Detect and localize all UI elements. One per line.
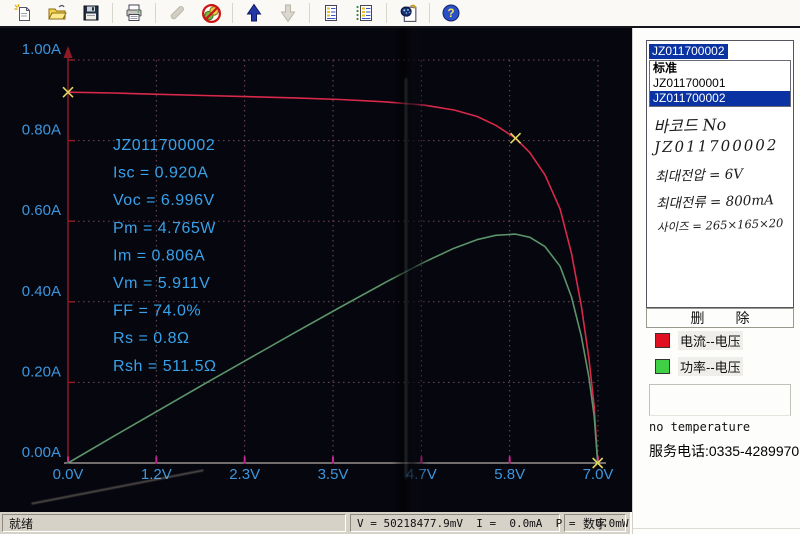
power-voltage-swatch (655, 358, 670, 374)
readout-line: Rsh = 511.5Ω (113, 358, 217, 375)
toolbar: ? (0, 0, 800, 28)
x-tick-label: 4.7V (406, 466, 437, 483)
y-tick-label: 0.80A (22, 122, 61, 139)
y-tick-label: 1.00A (22, 41, 61, 58)
iv-tester-window: ? 0.00A 0.20A 0.40A 0.60A 0.80A 1.00A 0.0V 1.2V… (0, 0, 800, 534)
toolbar-separator (155, 3, 156, 23)
record-listbox[interactable]: 标准 JZ011700001 JZ011700002 (649, 60, 791, 107)
save-floppy-icon (83, 5, 99, 21)
report-detail-button[interactable] (350, 1, 380, 25)
report-icon (325, 5, 337, 21)
edit-tool-button-disabled (162, 1, 192, 25)
legend-row-current-voltage: 电流--电压 (655, 330, 743, 350)
delete-button[interactable]: 删 除 (646, 308, 794, 328)
empty-field-box (649, 384, 791, 416)
readout-line: Isc = 0.920A (113, 165, 208, 182)
arrow-up-icon (246, 3, 262, 22)
current-voltage-swatch (655, 332, 670, 348)
legend-row-power-voltage: 功率--电压 (655, 356, 743, 376)
status-measurement-readout: V = 50218477.9mV I = 0.0mA P = 0.0mW (350, 514, 629, 532)
iv-curve-chart: 0.00A 0.20A 0.40A 0.60A 0.80A 1.00A 0.0V 1.2V 2.… (22, 41, 614, 483)
legend-label: 电流--电压 (678, 330, 743, 350)
print-icon (126, 4, 142, 21)
handwritten-note-line: 사이즈 = 265×165×20 (656, 215, 784, 235)
toolbar-separator (112, 3, 113, 23)
measurement-readout: JZ011700002 Isc = 0.920A Voc = 6.996V Pm = … (113, 137, 217, 375)
toolbar-separator (429, 3, 430, 23)
export-chart-button[interactable] (393, 1, 423, 25)
new-document-icon (14, 4, 30, 21)
print-button[interactable] (119, 1, 149, 25)
move-up-button[interactable] (239, 1, 269, 25)
readout-line: JZ011700002 (113, 137, 215, 154)
list-item-selected[interactable]: JZ011700002 (650, 91, 790, 106)
stop-test-icon (201, 3, 221, 23)
new-document-button[interactable] (8, 1, 38, 25)
y-tick-label: 0.20A (22, 363, 61, 380)
arrow-down-icon (280, 4, 296, 23)
readout-line: Vm = 5.911V (113, 275, 210, 292)
status-ready-text: 就绪 (2, 514, 346, 532)
record-id-selected-text: JZ011700002 (649, 43, 728, 59)
stop-test-button[interactable] (196, 1, 226, 25)
handwritten-note-line: 최대전류 = 800mA (655, 192, 775, 213)
service-phone-text: 服务电话:0335-4289970 (649, 443, 800, 459)
x-tick-label: 0.0V (53, 466, 84, 483)
toolbar-separator (386, 3, 387, 23)
delete-button-label-right: 除 (735, 310, 750, 326)
iv-curve-plot-area: 0.00A 0.20A 0.40A 0.60A 0.80A 1.00A 0.0V 1.2V 2.… (0, 28, 632, 512)
y-tick-label: 0.00A (22, 444, 61, 461)
toolbar-separator (309, 3, 310, 23)
page-edge-line (633, 528, 800, 529)
delete-button-label-left: 删 (690, 310, 705, 326)
export-chart-icon (400, 4, 416, 22)
x-tick-label: 7.0V (583, 466, 614, 483)
y-tick-label: 0.60A (22, 202, 61, 219)
y-tick-label: 0.40A (22, 283, 61, 300)
record-panel: JZ011700002 标准 JZ011700001 JZ011700002 바… (646, 40, 794, 308)
no-temperature-text: no temperature (649, 420, 751, 434)
x-tick-label: 5.8V (494, 466, 525, 483)
legend-label: 功率--电压 (678, 356, 743, 376)
readout-line: Rs = 0.8Ω (113, 330, 190, 347)
handwritten-note-line: JZ011700002 (653, 136, 779, 157)
edit-disabled-icon (170, 5, 185, 20)
handwritten-note-line: 바코드 No (653, 114, 727, 137)
curve-legend: 电流--电压 功率--电压 (655, 330, 743, 385)
record-id-field[interactable]: JZ011700002 (649, 43, 791, 59)
help-icon: ? (442, 4, 460, 22)
handwritten-notes: 바코드 No JZ011700002 최대전압 = 6V 최대전류 = 800m… (653, 109, 792, 236)
status-bar: 就绪 V = 50218477.9mV I = 0.0mA P = 0.0mW … (0, 512, 630, 534)
toolbar-separator (232, 3, 233, 23)
readout-line: Pm = 4.765W (113, 220, 216, 237)
report-button[interactable] (316, 1, 346, 25)
list-item[interactable]: JZ011700001 (650, 76, 790, 91)
svg-text:?: ? (447, 8, 454, 20)
help-button[interactable]: ? (436, 1, 466, 25)
axis-labels: 0.00A 0.20A 0.40A 0.60A 0.80A 1.00A 0.0V 1.2V 2.… (22, 41, 614, 483)
x-tick-label: 2.3V (229, 466, 260, 483)
status-mode-indicator: 数字 (564, 514, 626, 532)
list-item-standard[interactable]: 标准 (650, 61, 790, 76)
move-down-button-disabled (273, 1, 303, 25)
x-tick-label: 1.2V (141, 466, 172, 483)
readout-line: Voc = 6.996V (113, 192, 215, 209)
x-tick-label: 3.5V (318, 466, 349, 483)
open-folder-icon (48, 4, 67, 20)
save-button[interactable] (76, 1, 106, 25)
report-detail-icon (356, 5, 372, 21)
right-panel: JZ011700002 标准 JZ011700001 JZ011700002 바… (632, 28, 800, 534)
readout-line: Im = 0.806A (113, 247, 205, 264)
handwritten-note-line: 최대전압 = 6V (654, 166, 744, 186)
open-file-button[interactable] (42, 1, 72, 25)
readout-line: FF = 74.0% (113, 303, 201, 320)
